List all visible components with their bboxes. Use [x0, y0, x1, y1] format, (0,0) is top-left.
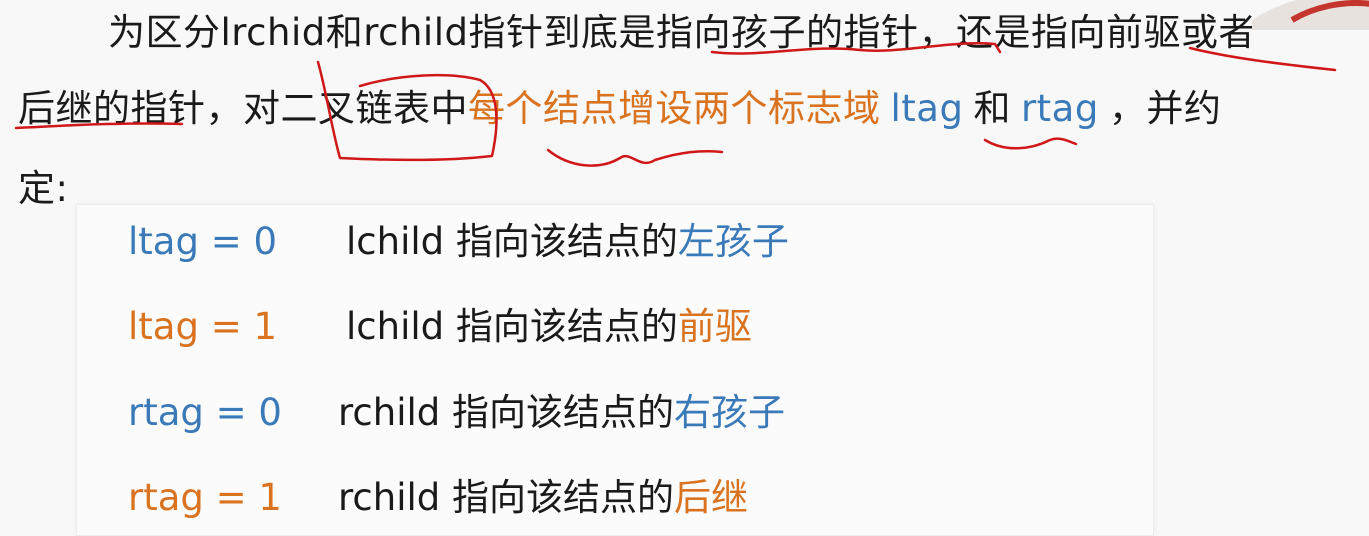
rule-tag: rtag = 1	[128, 476, 282, 519]
rule-tag: rtag = 0	[128, 391, 282, 434]
flag-field-highlight: 每个结点增设两个标志域	[468, 87, 881, 130]
paragraph-line-3: 定:	[18, 167, 69, 210]
rule-tag: ltag = 1	[128, 305, 278, 348]
rule-desc-target: 前驱	[677, 305, 752, 348]
wave-stroke	[546, 148, 724, 167]
rule-row: ltag = 1 lchild 指向该结点的前驱	[128, 303, 752, 351]
rule-desc: lchild 指向该结点的前驱	[346, 303, 752, 351]
rule-desc-prefix: lchild 指向该结点的	[346, 305, 678, 348]
rule-desc-target: 右孩子	[674, 391, 785, 434]
line2-end: ，并约	[1108, 87, 1222, 130]
wave-stroke	[983, 137, 1078, 150]
rule-row: ltag = 0 lchild 指向该结点的左孩子	[128, 218, 789, 266]
rule-row: rtag = 1 rchild 指向该结点的后继	[128, 474, 748, 522]
ltag-term: ltag	[890, 87, 964, 130]
rule-row: rtag = 0 rchild 指向该结点的右孩子	[128, 389, 785, 437]
rule-desc-prefix: rchild 指向该结点的	[338, 476, 674, 519]
rule-desc: rchild 指向该结点的右孩子	[338, 389, 785, 437]
rule-tag: ltag = 0	[128, 220, 278, 263]
line2-text: 后继的指针，对二叉链表中	[18, 87, 468, 130]
rtag-term: rtag	[1020, 87, 1099, 130]
paragraph-line-2: 后继的指针，对二叉链表中每个结点增设两个标志域 ltag 和 rtag ，并约	[18, 85, 1221, 133]
rule-desc-target: 后继	[674, 476, 748, 519]
rule-desc-prefix: rchild 指向该结点的	[338, 391, 674, 434]
presenter-avatar-icon	[1252, 0, 1369, 30]
paragraph-line-1: 为区分lrchid和rchild指针到底是指向孩子的指针，还是指向前驱或者	[108, 11, 1256, 54]
rule-desc-prefix: lchild 指向该结点的	[346, 220, 678, 263]
rule-desc: rchild 指向该结点的后继	[338, 474, 748, 522]
rule-desc-target: 左孩子	[677, 220, 789, 263]
and-word: 和	[973, 87, 1011, 130]
slide: 为区分lrchid和rchild指针到底是指向孩子的指针，还是指向前驱或者 后继…	[0, 0, 1369, 536]
rule-desc: lchild 指向该结点的左孩子	[346, 218, 789, 266]
